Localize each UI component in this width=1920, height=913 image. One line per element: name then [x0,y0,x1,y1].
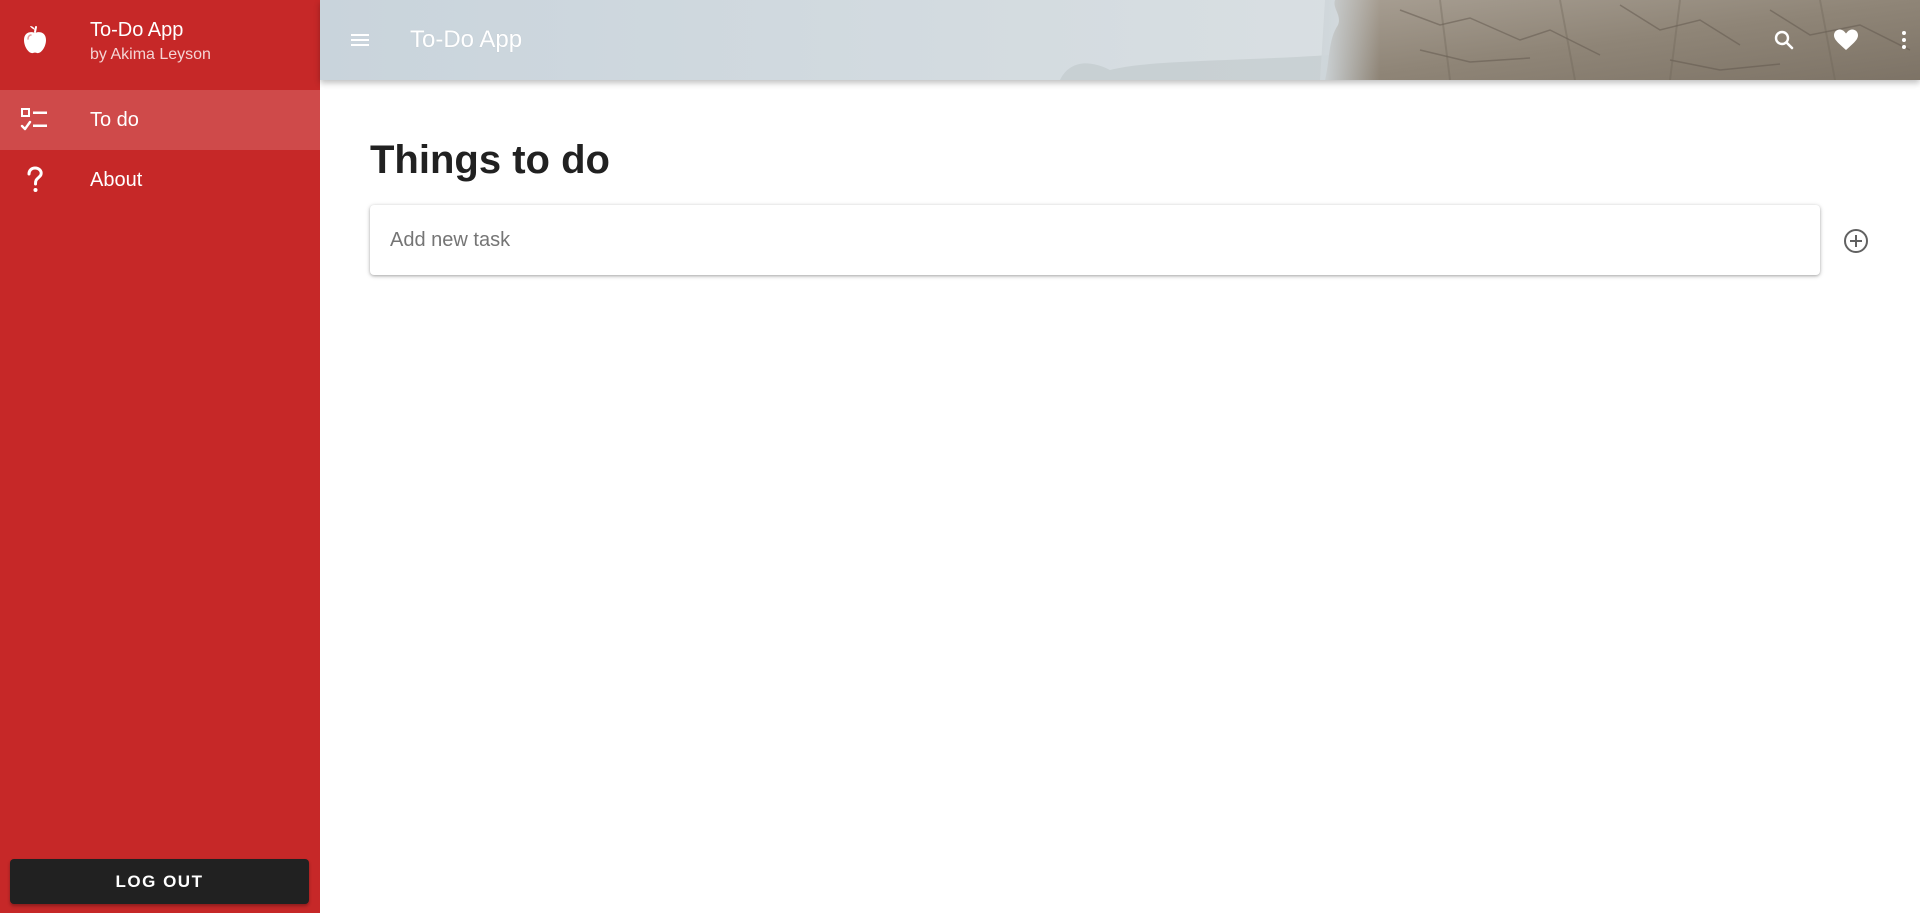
sidebar: To-Do App by Akima Leyson To do About LO… [0,0,320,913]
sidebar-item-about[interactable]: About [0,150,320,210]
sidebar-item-label: About [90,169,143,191]
question-mark-icon [20,165,50,195]
sidebar-item-to-do[interactable]: To do [0,90,320,150]
menu-icon [351,34,369,46]
checklist-icon [20,105,50,135]
more-options-button[interactable] [1880,16,1920,64]
page-header-title: To-Do App [410,26,523,53]
page-title: Things to do [370,138,610,182]
search-button[interactable] [1760,16,1808,64]
header-background-image [1060,0,1920,80]
task-input-card [370,205,1820,275]
sidebar-header: To-Do App by Akima Leyson [0,0,320,88]
app-author: by Akima Leyson [90,46,211,63]
more-vert-icon [1902,31,1906,49]
app-name: To-Do App [90,19,184,41]
top-app-bar: To-Do App [320,0,1920,80]
add-task-input[interactable] [370,205,1820,275]
apple-icon [21,25,49,55]
favorite-button[interactable] [1821,16,1869,64]
sidebar-item-label: To do [90,109,139,131]
heart-icon [1834,29,1858,50]
logout-button[interactable]: LOG OUT [10,859,309,904]
menu-button[interactable] [336,16,384,64]
add-task-button[interactable] [1831,216,1879,264]
search-icon [1774,30,1794,50]
add-circle-icon [1844,229,1868,253]
